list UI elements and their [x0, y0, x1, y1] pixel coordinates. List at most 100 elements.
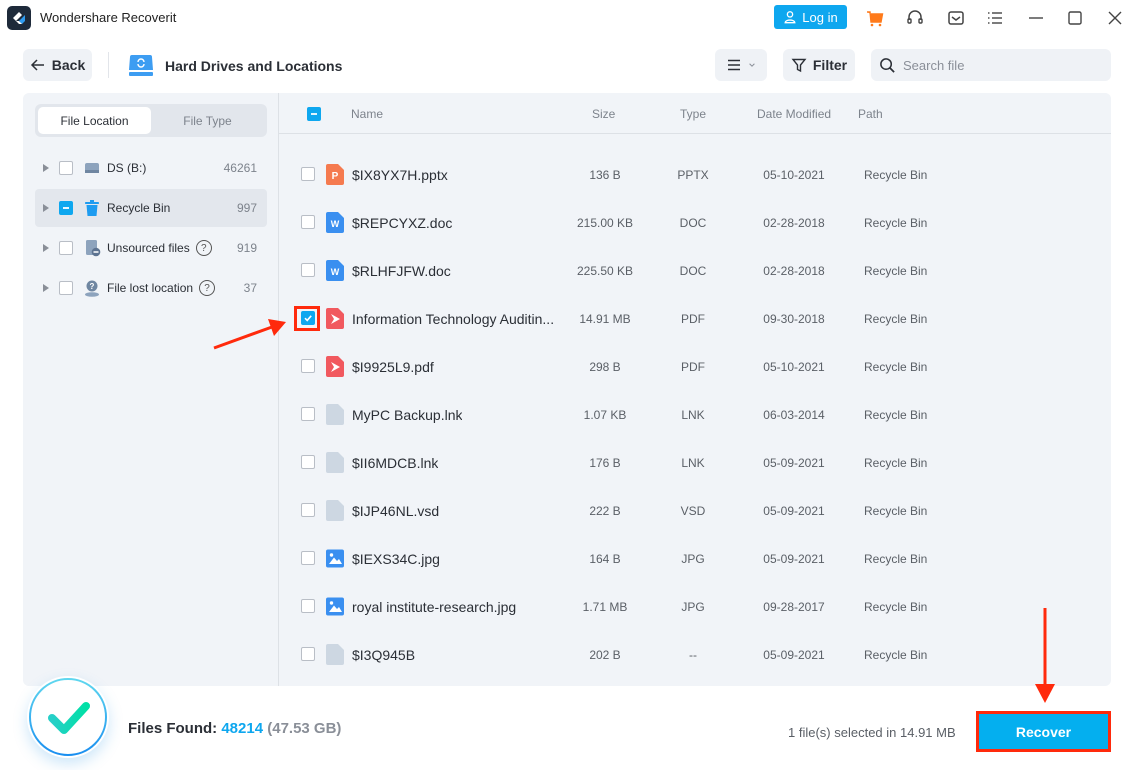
help-icon[interactable]: ? — [199, 280, 216, 296]
column-header-date[interactable]: Date Modified — [757, 107, 831, 121]
row-checkbox[interactable] — [301, 455, 315, 469]
row-checkbox[interactable] — [301, 263, 315, 277]
help-icon[interactable]: ? — [195, 240, 212, 256]
app-logo-icon — [7, 6, 31, 30]
hard-drive-icon — [127, 52, 155, 78]
close-icon[interactable] — [1103, 6, 1127, 30]
select-all-checkbox[interactable] — [307, 107, 321, 121]
pdf-file-icon — [326, 356, 344, 377]
file-name: $REPCYXZ.doc — [352, 215, 453, 231]
minimize-icon[interactable] — [1024, 6, 1048, 30]
expand-caret-icon[interactable] — [39, 284, 53, 292]
file-size: 222 B — [589, 504, 621, 518]
chevron-down-icon — [749, 63, 755, 67]
file-lost-location-checkbox[interactable] — [59, 281, 73, 295]
file-path: Recycle Bin — [864, 408, 928, 422]
row-checkbox[interactable] — [301, 167, 315, 181]
file-date: 05-09-2021 — [763, 552, 825, 566]
maximize-icon[interactable] — [1063, 6, 1087, 30]
svg-text:W: W — [331, 219, 340, 229]
search-box[interactable] — [871, 49, 1111, 81]
file-name: $IJP46NL.vsd — [352, 503, 440, 519]
row-checkbox[interactable] — [301, 503, 315, 517]
file-date: 06-03-2014 — [763, 408, 825, 422]
recycle-bin-checkbox[interactable] — [59, 201, 73, 215]
sidebar-item-drive[interactable]: DS (B:) 46261 — [35, 149, 267, 187]
table-row[interactable]: MyPC Backup.lnk 1.07 KB LNK 06-03-2014 Recyc… — [279, 391, 1111, 439]
row-checkbox[interactable] — [301, 215, 315, 229]
file-date: 05-09-2021 — [763, 456, 825, 470]
login-label: Log in — [802, 9, 838, 25]
table-row[interactable]: royal institute-research.jpg 1.71 MB JPG 09… — [279, 583, 1111, 631]
row-checkbox[interactable] — [301, 599, 315, 613]
svg-text:?: ? — [90, 282, 95, 291]
file-date: 09-30-2018 — [763, 312, 825, 326]
back-button[interactable]: Back — [23, 49, 92, 81]
recover-button[interactable]: Recover — [976, 711, 1111, 752]
sidebar-item-recycle-bin[interactable]: Recycle Bin 997 — [35, 189, 267, 227]
table-row[interactable]: $II6MDCB.lnk 176 B LNK 05-09-2021 Recycle Bi… — [279, 439, 1111, 487]
file-name: MyPC Backup.lnk — [352, 407, 463, 423]
sidebar-tabs: File Location File Type — [35, 104, 267, 137]
column-header-type[interactable]: Type — [680, 107, 706, 121]
expand-caret-icon[interactable] — [39, 244, 53, 252]
cart-icon[interactable] — [863, 6, 887, 30]
row-checkbox[interactable] — [301, 359, 315, 373]
app-title: Wondershare Recoverit — [40, 10, 177, 25]
location-title: Hard Drives and Locations — [165, 58, 343, 74]
unsourced-files-label: Unsourced files — [107, 241, 190, 255]
file-size: 298 B — [589, 360, 621, 374]
sidebar-item-unsourced-files[interactable]: Unsourced files ? 919 — [35, 229, 267, 267]
tab-file-location[interactable]: File Location — [38, 107, 151, 134]
file-type: -- — [689, 648, 697, 662]
location-sidebar: File Location File Type DS (B:) 46261 Re… — [23, 93, 278, 686]
file-size: 164 B — [589, 552, 621, 566]
login-button[interactable]: Log in — [774, 5, 847, 29]
files-found-count: 48214 — [221, 720, 264, 737]
table-row[interactable]: $IJP46NL.vsd 222 B VSD 05-09-2021 Recycle Bi… — [279, 487, 1111, 535]
file-name: $IX8YX7H.pptx — [352, 167, 448, 183]
file-name: $I9925L9.pdf — [352, 359, 434, 375]
column-header-name[interactable]: Name — [351, 107, 383, 121]
mail-icon[interactable] — [944, 6, 968, 30]
selection-summary: 1 file(s) selected in 14.91 MB — [788, 725, 956, 740]
column-header-path[interactable]: Path — [858, 107, 883, 121]
file-date: 02-28-2018 — [763, 264, 825, 278]
table-row[interactable]: W $REPCYXZ.doc 215.00 KB DOC 02-28-2018 Recyc… — [279, 199, 1111, 247]
file-type: DOC — [679, 216, 707, 230]
menu-icon[interactable] — [983, 6, 1007, 30]
table-row[interactable]: $I9925L9.pdf 298 B PDF 05-10-2021 Recycle Bi… — [279, 343, 1111, 391]
file-lost-location-count: 37 — [243, 281, 257, 295]
image-file-icon — [326, 548, 344, 569]
unsourced-files-checkbox[interactable] — [59, 241, 73, 255]
title-bar: Wondershare Recoverit Log in — [0, 0, 1132, 36]
file-type: PPTX — [677, 168, 709, 182]
sidebar-item-file-lost-location[interactable]: ? File lost location ? 37 — [35, 269, 267, 307]
table-row[interactable]: P $IX8YX7H.pptx 136 B PPTX 05-10-2021 Recycle… — [279, 151, 1111, 199]
row-checkbox[interactable] — [301, 551, 315, 565]
file-name: $I3Q945B — [352, 647, 416, 663]
view-mode-dropdown[interactable] — [715, 49, 767, 81]
file-list: Name Size Type Date Modified Path P $IX8Y… — [279, 93, 1111, 686]
file-date: 02-28-2018 — [763, 216, 825, 230]
table-row[interactable]: W $RLHFJFW.doc 225.50 KB DOC 02-28-2018 Recyc… — [279, 247, 1111, 295]
table-row[interactable]: $I3Q945B 202 B -- 05-09-2021 Recycle Bin — [279, 631, 1111, 679]
headset-icon[interactable] — [903, 6, 927, 30]
drive-checkbox[interactable] — [59, 161, 73, 175]
filter-button[interactable]: Filter — [783, 49, 855, 81]
table-row[interactable]: $IEXS34C.jpg 164 B JPG 05-09-2021 Recycle Bi… — [279, 535, 1111, 583]
lost-location-icon: ? — [83, 279, 101, 297]
file-type: DOC — [679, 264, 707, 278]
tab-file-type[interactable]: File Type — [151, 107, 264, 134]
file-name: $II6MDCB.lnk — [352, 455, 439, 471]
table-row[interactable]: Information Technology Auditin... 14.91 M… — [279, 295, 1111, 343]
search-input[interactable] — [903, 57, 1093, 73]
svg-text:P: P — [332, 171, 339, 182]
row-checkbox[interactable] — [301, 407, 315, 421]
expand-caret-icon[interactable] — [39, 204, 53, 212]
expand-caret-icon[interactable] — [39, 164, 53, 172]
file-path: Recycle Bin — [864, 312, 928, 326]
row-checkbox[interactable] — [301, 647, 315, 661]
unsourced-icon — [83, 239, 101, 257]
column-header-size[interactable]: Size — [592, 107, 615, 121]
